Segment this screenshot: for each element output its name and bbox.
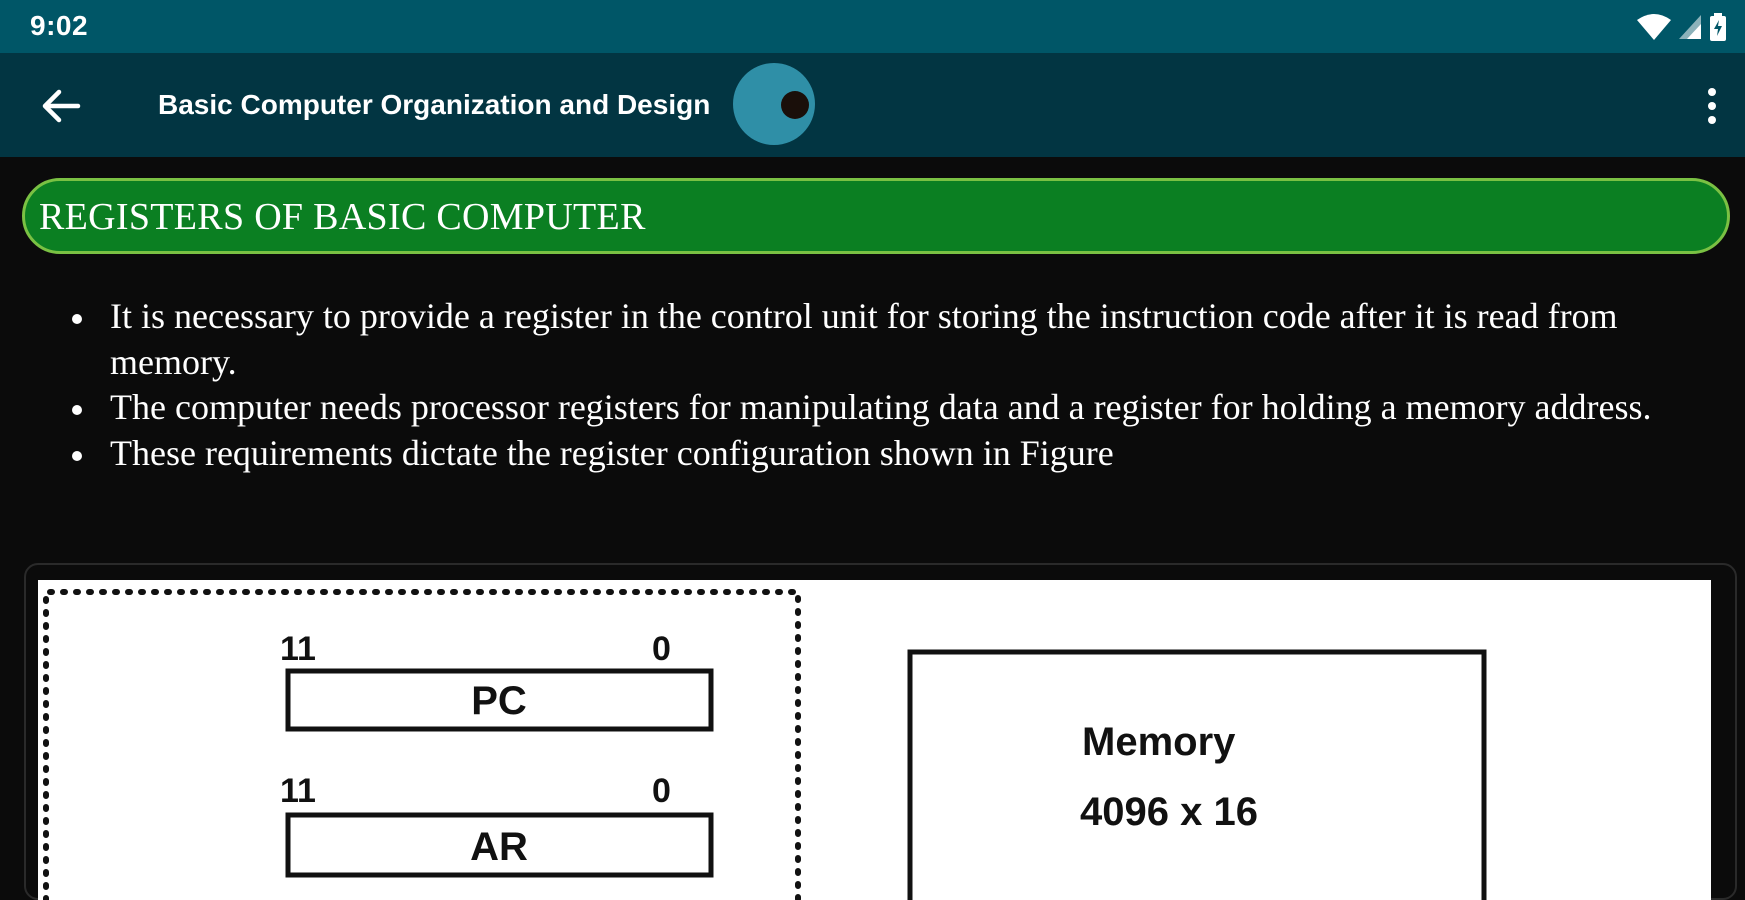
more-vertical-icon-dot — [1708, 116, 1716, 124]
content-area: REGISTERS OF BASIC COMPUTER It is necess… — [2, 160, 1741, 900]
toggle-dot — [781, 91, 809, 119]
pc-high-bit: 11 — [280, 630, 316, 668]
app-title: Basic Computer Organization and Design — [158, 89, 711, 120]
back-button[interactable] — [38, 83, 84, 129]
more-vertical-icon-dot — [1708, 88, 1716, 96]
ar-register-label: AR — [470, 825, 528, 869]
memory-size: 4096 x 16 — [1080, 790, 1258, 834]
pc-register-label: PC — [471, 679, 527, 723]
more-options-button[interactable] — [1693, 81, 1731, 131]
bullet-item: These requirements dictate the register … — [72, 431, 1702, 477]
signal-icon — [1679, 15, 1701, 39]
status-bar: 9:02 — [0, 0, 1745, 53]
arrow-left-icon — [42, 89, 81, 123]
wifi-icon — [1637, 14, 1671, 40]
more-vertical-icon-dot — [1708, 102, 1716, 110]
status-time: 9:02 — [30, 10, 89, 41]
battery-icon — [1709, 13, 1727, 41]
register-figure: 11 0 PC 11 0 AR Memory 4096 x 16 — [38, 580, 1711, 900]
bullet-list: It is necessary to provide a register in… — [72, 294, 1702, 476]
theme-toggle[interactable] — [733, 63, 815, 145]
memory-label: Memory — [1082, 720, 1236, 764]
pc-low-bit: 0 — [652, 630, 671, 668]
ar-high-bit: 11 — [280, 772, 316, 810]
status-icons — [1637, 12, 1727, 42]
app-bar: Basic Computer Organization and Design — [0, 53, 1745, 157]
bullet-item: The computer needs processor registers f… — [72, 385, 1702, 431]
register-diagram: 11 0 PC 11 0 AR Memory 4096 x 16 — [43, 589, 1487, 900]
section-header: REGISTERS OF BASIC COMPUTER — [22, 178, 1730, 254]
bullet-item: It is necessary to provide a register in… — [72, 294, 1702, 385]
ar-low-bit: 0 — [652, 772, 671, 810]
section-title: REGISTERS OF BASIC COMPUTER — [39, 196, 646, 238]
memory-unit-box — [907, 649, 1487, 900]
